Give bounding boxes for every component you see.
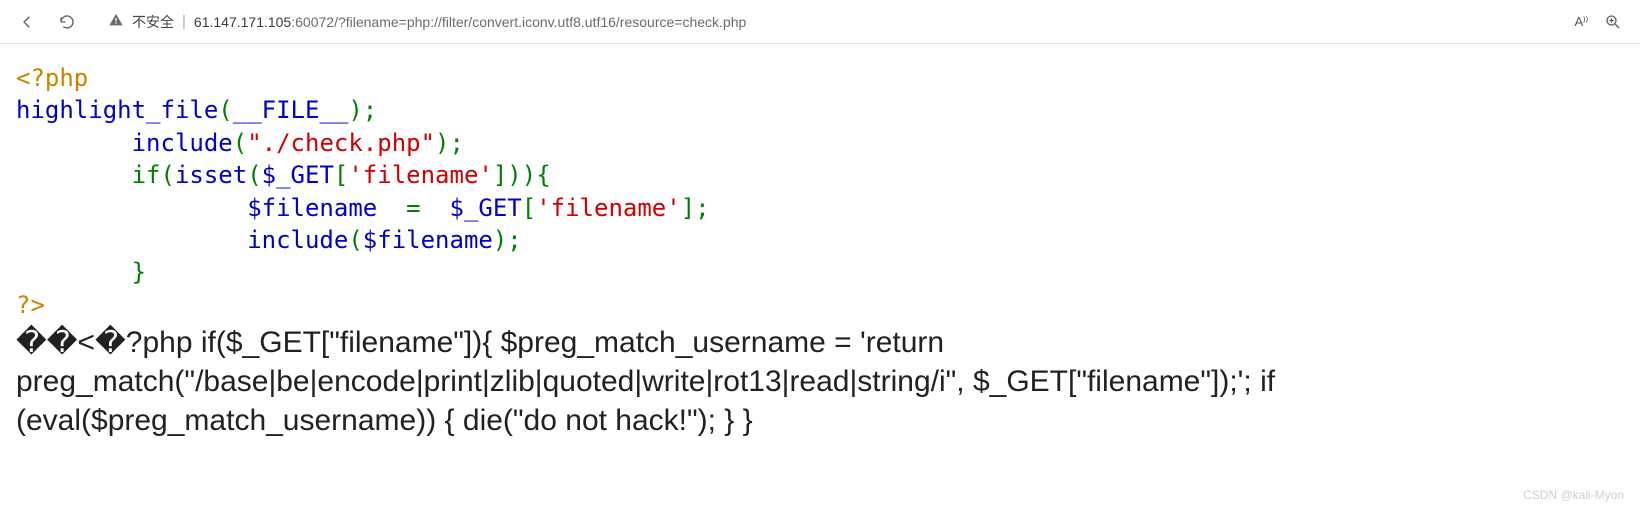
address-bar: 不安全 | 61.147.171.105:60072/?filename=php…	[0, 0, 1640, 44]
insecure-label: 不安全	[132, 12, 174, 32]
right-icons: A⁾⁾	[1574, 5, 1630, 39]
refresh-button[interactable]	[50, 5, 84, 39]
raw-output: ��<�?php if($_GET["filename"]){ $preg_ma…	[16, 323, 1586, 440]
watermark: CSDN @kali-Myon	[1523, 488, 1624, 502]
url-text: 61.147.171.105:60072/?filename=php://fil…	[194, 14, 746, 30]
page-content: <?php highlight_file(__FILE__); include(…	[0, 44, 1640, 450]
warning-icon	[108, 12, 124, 32]
highlighted-code: <?php highlight_file(__FILE__); include(…	[16, 62, 1624, 321]
url-input[interactable]: 不安全 | 61.147.171.105:60072/?filename=php…	[96, 6, 1558, 38]
zoom-icon[interactable]	[1596, 5, 1630, 39]
divider: |	[182, 13, 186, 30]
font-size-icon[interactable]: A⁾⁾	[1574, 14, 1588, 30]
php-close-tag: ?>	[16, 291, 45, 319]
php-open-tag: <?php	[16, 64, 88, 92]
back-button[interactable]	[10, 5, 44, 39]
